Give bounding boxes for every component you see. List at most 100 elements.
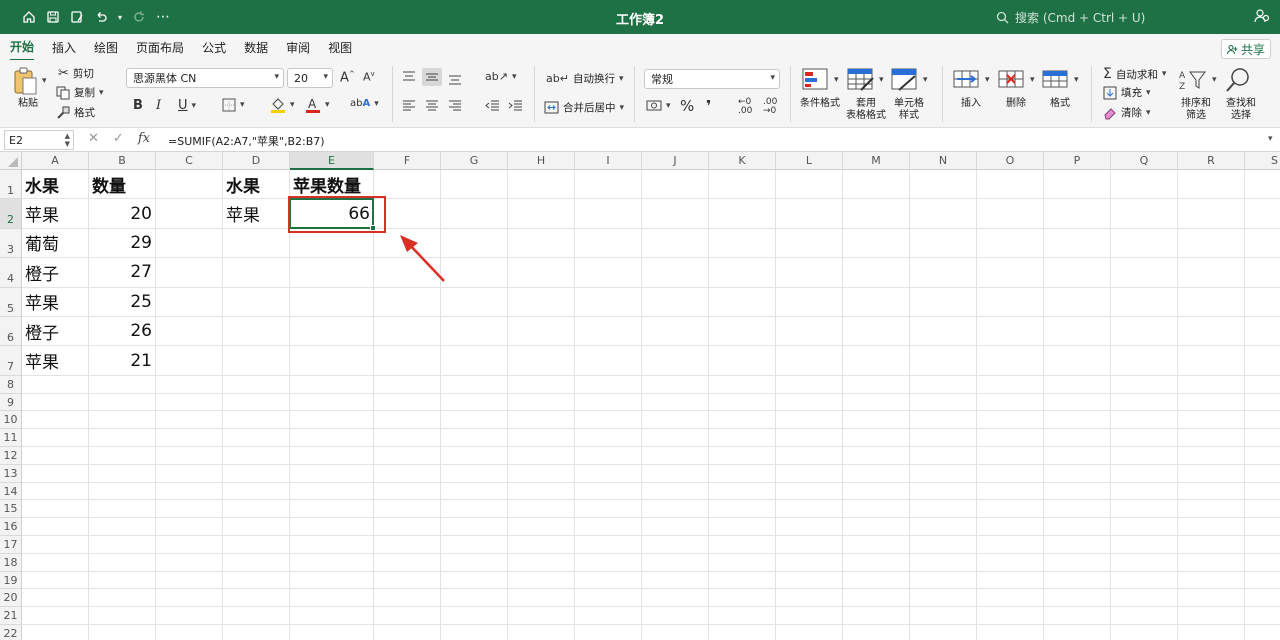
cell-A2[interactable]: 苹果: [22, 199, 89, 229]
save-icon[interactable]: [44, 8, 62, 26]
cell-E11[interactable]: [290, 429, 374, 447]
formula-input[interactable]: =SUMIF(A2:A7,"苹果",B2:B7): [168, 133, 325, 149]
cell-R2[interactable]: [1178, 199, 1245, 229]
tab-data[interactable]: 数据: [244, 35, 268, 60]
cell-M15[interactable]: [843, 500, 910, 519]
cell-J4[interactable]: [642, 258, 709, 288]
cell-K15[interactable]: [709, 500, 776, 519]
cell-S10[interactable]: [1245, 411, 1280, 430]
cell-K9[interactable]: [709, 393, 776, 412]
cell-E6[interactable]: [290, 317, 374, 347]
cell-N16[interactable]: [910, 518, 977, 536]
cell-J6[interactable]: [642, 317, 709, 347]
column-header-K[interactable]: K: [709, 152, 776, 170]
cell-G17[interactable]: [441, 536, 508, 554]
format-cells-button[interactable]: ▾: [1042, 68, 1079, 92]
cell-P8[interactable]: [1044, 375, 1111, 394]
cell-I14[interactable]: [575, 482, 642, 501]
cell-H4[interactable]: [508, 258, 575, 288]
cell-H20[interactable]: [508, 589, 575, 608]
cell-E21[interactable]: [290, 607, 374, 625]
cell-S3[interactable]: [1245, 229, 1280, 259]
cell-N15[interactable]: [910, 500, 977, 519]
orientation-button[interactable]: ab↗ ▾: [485, 70, 516, 83]
increase-decimal-button[interactable]: ←0.00: [738, 98, 752, 116]
fill-color-button[interactable]: ▾: [270, 96, 295, 114]
cell-P10[interactable]: [1044, 411, 1111, 430]
cell-K5[interactable]: [709, 287, 776, 317]
increase-font-button[interactable]: A^: [340, 70, 355, 85]
cell-Q1[interactable]: [1111, 170, 1178, 200]
cell-M2[interactable]: [843, 199, 910, 229]
number-format-select[interactable]: 常规 ▾: [644, 69, 780, 89]
cell-I7[interactable]: [575, 346, 642, 376]
cell-M13[interactable]: [843, 464, 910, 483]
format-as-table-button[interactable]: ▾: [847, 68, 884, 92]
cell-E14[interactable]: [290, 482, 374, 501]
cell-S11[interactable]: [1245, 429, 1280, 447]
column-header-I[interactable]: I: [575, 152, 642, 170]
cell-G13[interactable]: [441, 464, 508, 483]
cell-S2[interactable]: [1245, 199, 1280, 229]
cell-D17[interactable]: [223, 536, 290, 554]
cell-G9[interactable]: [441, 393, 508, 412]
cell-S12[interactable]: [1245, 447, 1280, 465]
cell-C7[interactable]: [156, 346, 223, 376]
cell-L11[interactable]: [776, 429, 843, 447]
tab-view[interactable]: 视图: [328, 35, 352, 60]
cell-G22[interactable]: [441, 625, 508, 640]
cell-B22[interactable]: [89, 625, 156, 640]
cell-E8[interactable]: [290, 375, 374, 394]
cell-G15[interactable]: [441, 500, 508, 519]
column-header-H[interactable]: H: [508, 152, 575, 170]
cell-Q11[interactable]: [1111, 429, 1178, 447]
cell-O22[interactable]: [977, 625, 1044, 640]
column-header-P[interactable]: P: [1044, 152, 1111, 170]
cell-I6[interactable]: [575, 317, 642, 347]
cell-M16[interactable]: [843, 518, 910, 536]
cell-N21[interactable]: [910, 607, 977, 625]
cell-R20[interactable]: [1178, 589, 1245, 608]
cell-R16[interactable]: [1178, 518, 1245, 536]
cell-A19[interactable]: [22, 571, 89, 590]
row-header-8[interactable]: 8: [0, 375, 22, 394]
cell-S20[interactable]: [1245, 589, 1280, 608]
cell-Q15[interactable]: [1111, 500, 1178, 519]
cell-S17[interactable]: [1245, 536, 1280, 554]
cell-A10[interactable]: [22, 411, 89, 430]
cell-P15[interactable]: [1044, 500, 1111, 519]
cell-B9[interactable]: [89, 393, 156, 412]
cell-Q13[interactable]: [1111, 464, 1178, 483]
cell-P1[interactable]: [1044, 170, 1111, 200]
cell-P2[interactable]: [1044, 199, 1111, 229]
cell-R9[interactable]: [1178, 393, 1245, 412]
redo-icon[interactable]: [130, 8, 148, 26]
cell-P18[interactable]: [1044, 553, 1111, 572]
cell-C13[interactable]: [156, 464, 223, 483]
row-header-11[interactable]: 11: [0, 429, 22, 447]
cell-L20[interactable]: [776, 589, 843, 608]
expand-formula-bar-icon[interactable]: ▾: [1268, 134, 1273, 144]
cell-M4[interactable]: [843, 258, 910, 288]
cell-K19[interactable]: [709, 571, 776, 590]
cell-Q16[interactable]: [1111, 518, 1178, 536]
cell-F19[interactable]: [374, 571, 441, 590]
cell-P17[interactable]: [1044, 536, 1111, 554]
row-header-7[interactable]: 7: [0, 346, 22, 376]
cell-K14[interactable]: [709, 482, 776, 501]
cell-D14[interactable]: [223, 482, 290, 501]
cell-H6[interactable]: [508, 317, 575, 347]
cell-P16[interactable]: [1044, 518, 1111, 536]
cell-E1[interactable]: 苹果数量: [290, 170, 374, 200]
decrease-decimal-button[interactable]: .00 →0: [763, 98, 777, 116]
column-header-D[interactable]: D: [223, 152, 290, 170]
cell-D4[interactable]: [223, 258, 290, 288]
cell-I9[interactable]: [575, 393, 642, 412]
cell-F13[interactable]: [374, 464, 441, 483]
cell-Q6[interactable]: [1111, 317, 1178, 347]
cell-E10[interactable]: [290, 411, 374, 430]
cell-A17[interactable]: [22, 536, 89, 554]
cell-D21[interactable]: [223, 607, 290, 625]
tab-insert[interactable]: 插入: [52, 35, 76, 60]
cell-M14[interactable]: [843, 482, 910, 501]
